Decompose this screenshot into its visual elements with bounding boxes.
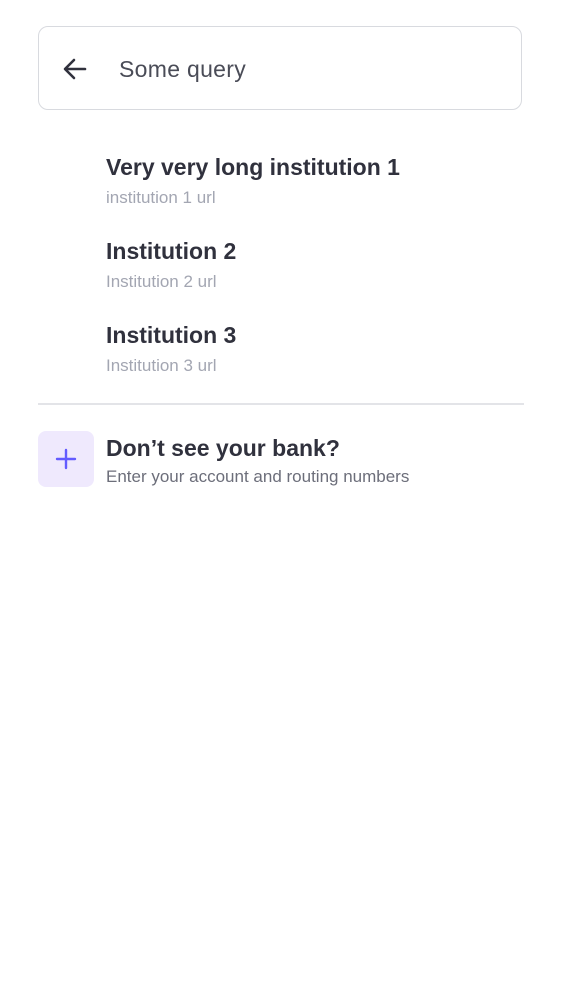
institution-name: Institution 2 <box>106 238 237 264</box>
institution-url: Institution 2 url <box>106 272 217 291</box>
institution-name: Institution 3 <box>106 322 237 348</box>
institution-result[interactable]: Very very long institution 1 institution… <box>106 150 526 234</box>
manual-entry-title: Don’t see your bank? <box>106 435 340 461</box>
institution-url: Institution 3 url <box>106 356 217 375</box>
search-input[interactable] <box>119 47 499 91</box>
plus-icon <box>55 448 77 470</box>
back-button[interactable] <box>55 49 95 89</box>
search-bar <box>38 26 522 110</box>
institution-name: Very very long institution 1 <box>106 154 400 180</box>
institution-result[interactable]: Institution 3 Institution 3 url <box>106 318 526 402</box>
institution-results-list: Very very long institution 1 institution… <box>106 150 526 402</box>
manual-entry-button[interactable]: Don’t see your bank? Enter your account … <box>38 431 524 489</box>
arrow-left-icon <box>63 58 87 80</box>
institution-result[interactable]: Institution 2 Institution 2 url <box>106 234 526 318</box>
manual-entry-subtitle: Enter your account and routing numbers <box>106 467 410 486</box>
institution-url: institution 1 url <box>106 188 216 207</box>
plus-icon-tile <box>38 431 94 487</box>
divider <box>38 403 524 405</box>
